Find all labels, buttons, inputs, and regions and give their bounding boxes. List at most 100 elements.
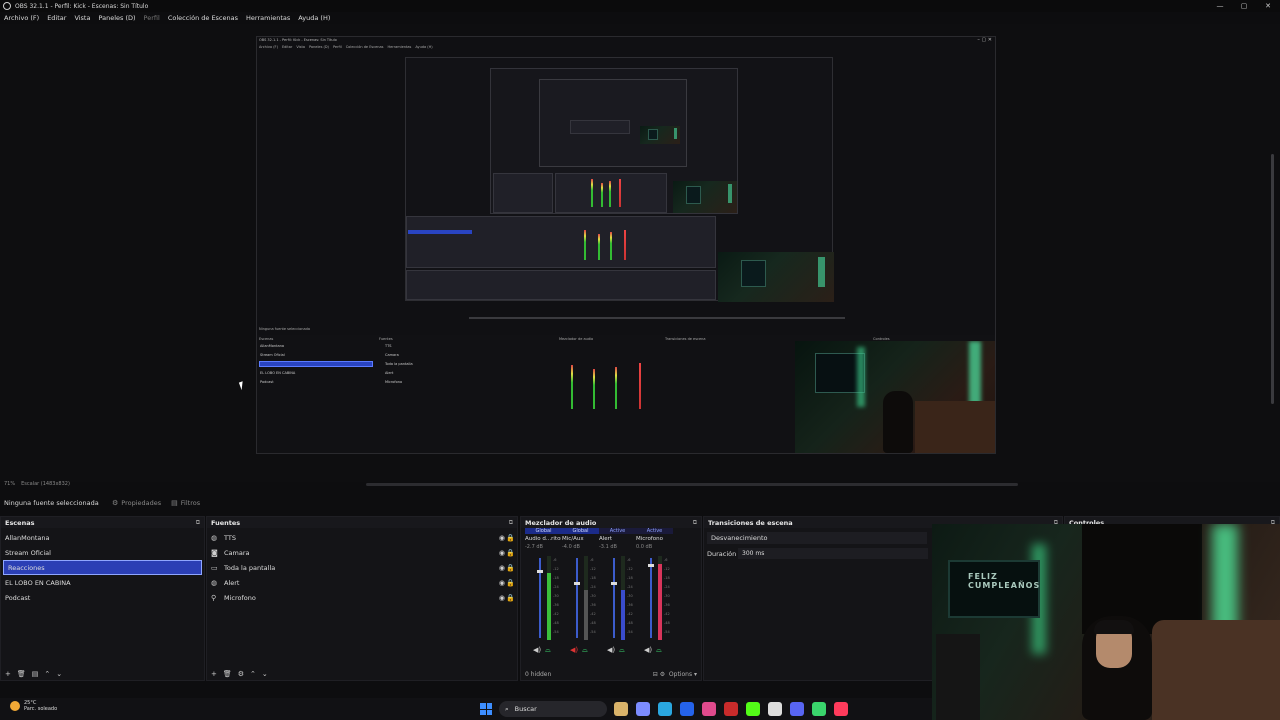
window-controls: — ▢ ✕ — [1208, 0, 1280, 12]
trash-icon[interactable]: 🗑 — [17, 670, 26, 678]
inner-dock-area: Ninguna fuente seleccionada Escenas Fuen… — [257, 327, 995, 453]
maximize-button[interactable]: ▢ — [1232, 0, 1256, 12]
mixer-channel[interactable]: Mic/Aux -4.0 dB -6 -12 -18 -24 -30 -36 -42 -48 -54… — [562, 536, 598, 654]
headphones-icon[interactable]: ⌓ — [582, 646, 588, 655]
menu-tools[interactable]: Herramientas — [246, 14, 290, 22]
taskbar-app-icon[interactable] — [614, 702, 628, 716]
lock-icon[interactable]: 🔒 — [506, 549, 515, 557]
mixer-tab[interactable]: Global — [525, 528, 562, 534]
menu-view[interactable]: Vista — [74, 14, 90, 22]
hidden-count[interactable]: 0 hidden — [525, 671, 551, 678]
lock-icon[interactable]: 🔒 — [506, 534, 515, 542]
menu-profile[interactable]: Perfil — [144, 14, 160, 22]
menu-file[interactable]: Archivo (F) — [4, 14, 39, 22]
eye-icon[interactable]: ◉ — [499, 564, 505, 572]
source-item[interactable]: ◙ Camara ◉ 🔒 — [207, 545, 517, 560]
mixer-channel[interactable]: Alert -3.1 dB -6 -12 -18 -24 -30 -36 -42 -48 -54 ◀)… — [599, 536, 635, 654]
zoom-label[interactable]: 71% — [4, 481, 15, 487]
mixer-options-button[interactable]: ⊟ ⚙ Options ▾ — [653, 671, 697, 678]
headphones-icon[interactable]: ⌓ — [656, 646, 662, 655]
eye-icon[interactable]: ◉ — [499, 549, 505, 557]
source-item[interactable]: ⚲ Microfono ◉ 🔒 — [207, 590, 517, 605]
preview-canvas[interactable]: OBS 32.1.1 - Perfil: Kick - Escenas: Sin… — [256, 36, 996, 454]
headphones-icon[interactable]: ⌓ — [619, 646, 625, 655]
lock-icon[interactable]: 🔒 — [506, 564, 515, 572]
undock-icon[interactable]: ⧉ — [693, 519, 697, 527]
scene-item-selected[interactable]: Reacciones — [3, 560, 202, 575]
source-item[interactable]: ◍ TTS ◉ 🔒 — [207, 530, 517, 545]
volume-knob[interactable] — [611, 582, 617, 585]
mixer-title: Mezclador de audio — [525, 518, 597, 527]
preview-vertical-scrollbar[interactable] — [1271, 154, 1274, 404]
mixer-channel[interactable]: Audio d...ritorio -2.7 dB -6-12-18-24-30-3… — [525, 536, 561, 654]
volume-slider[interactable] — [613, 558, 615, 638]
volume-slider[interactable] — [650, 558, 652, 638]
headphones-icon[interactable]: ⌓ — [545, 646, 551, 655]
taskbar-app-icon[interactable] — [636, 702, 650, 716]
add-source-button[interactable]: + — [211, 670, 217, 678]
preview-horizontal-scrollbar[interactable] — [366, 483, 1018, 486]
eye-icon[interactable]: ◉ — [499, 579, 505, 587]
lock-icon[interactable]: 🔒 — [506, 579, 515, 587]
taskbar-app-icon[interactable] — [768, 702, 782, 716]
eye-icon[interactable]: ◉ — [499, 594, 505, 602]
taskbar-app-icon[interactable] — [702, 702, 716, 716]
taskbar-app-icon[interactable] — [834, 702, 848, 716]
speaker-icon[interactable]: ◀) — [570, 646, 578, 655]
gear-icon[interactable]: ⚙ — [238, 670, 244, 678]
taskbar-app-icon[interactable] — [724, 702, 738, 716]
taskbar-app-icon[interactable] — [746, 702, 760, 716]
volume-knob[interactable] — [648, 564, 654, 567]
volume-knob[interactable] — [574, 582, 580, 585]
speaker-icon[interactable]: ◀) — [533, 646, 541, 655]
undock-icon[interactable]: ⧉ — [196, 519, 200, 527]
mixer-tabs: Global Global Active Active — [525, 528, 673, 534]
volume-slider[interactable] — [576, 558, 578, 638]
mixer-tab[interactable]: Active — [636, 528, 673, 534]
lock-icon[interactable]: 🔒 — [506, 594, 515, 602]
windows-start-icon[interactable] — [480, 703, 492, 715]
meter-scale: -6 -12 -18 -24 -30 -36 -42 -48 -54 — [664, 558, 670, 634]
speaker-icon[interactable]: ◀) — [607, 646, 615, 655]
menu-edit[interactable]: Editar — [47, 14, 66, 22]
menu-docks[interactable]: Paneles (D) — [98, 14, 135, 22]
source-item[interactable]: ▭ Toda la pantalla ◉ 🔒 — [207, 560, 517, 575]
scene-item[interactable]: AllanMontana — [1, 530, 204, 545]
trash-icon[interactable]: 🗑 — [223, 670, 232, 678]
chevron-up-icon[interactable]: ⌃ — [44, 670, 50, 678]
scene-item[interactable]: Podcast — [1, 590, 204, 605]
mixer-tab[interactable]: Global — [562, 528, 599, 534]
source-item[interactable]: ◍ Alert ◉ 🔒 — [207, 575, 517, 590]
taskbar-app-icon[interactable] — [812, 702, 826, 716]
taskbar-app-icon[interactable] — [680, 702, 694, 716]
chevron-down-icon[interactable]: ⌄ — [262, 670, 268, 678]
filters-button[interactable]: ▤ Filtros — [171, 499, 200, 507]
menu-scene-collection[interactable]: Colección de Escenas — [168, 14, 238, 22]
close-button[interactable]: ✕ — [1256, 0, 1280, 12]
chevron-down-icon[interactable]: ⌄ — [56, 670, 62, 678]
taskbar-app-icon[interactable] — [790, 702, 804, 716]
undock-icon[interactable]: ⧉ — [509, 519, 513, 527]
duration-input[interactable]: 300 ms — [738, 548, 928, 559]
chevron-up-icon[interactable]: ⌃ — [250, 670, 256, 678]
vu-meter — [584, 556, 588, 640]
scene-item[interactable]: Stream Oficial — [1, 545, 204, 560]
menu-help[interactable]: Ayuda (H) — [298, 14, 330, 22]
minimize-button[interactable]: — — [1208, 0, 1232, 12]
properties-button[interactable]: ⚙ Propiedades — [112, 499, 161, 507]
filter-icon[interactable]: ▤ — [32, 670, 39, 678]
scene-item[interactable]: EL LOBO EN CABINA — [1, 575, 204, 590]
speaker-icon[interactable]: ◀) — [644, 646, 652, 655]
eye-icon[interactable]: ◉ — [499, 534, 505, 542]
scale-label[interactable]: Escalar (1483x832) — [21, 481, 70, 487]
volume-knob[interactable] — [537, 570, 543, 573]
sun-icon — [10, 701, 20, 711]
weather-widget[interactable]: 25°C Parc. soleado — [10, 700, 57, 712]
taskbar-search[interactable]: ⌕ Buscar — [499, 701, 607, 717]
mixer-tab[interactable]: Active — [599, 528, 636, 534]
mixer-channel[interactable]: Microfono 0.0 dB -6 -12 -18 -24 -30 -36 -42 -48 -5… — [636, 536, 672, 654]
preview-area[interactable]: OBS 32.1.1 - Perfil: Kick - Escenas: Sin… — [0, 24, 1280, 482]
taskbar-app-icon[interactable] — [658, 702, 672, 716]
add-scene-button[interactable]: + — [5, 670, 11, 678]
transition-select[interactable]: Desvanecimiento — [707, 532, 927, 544]
